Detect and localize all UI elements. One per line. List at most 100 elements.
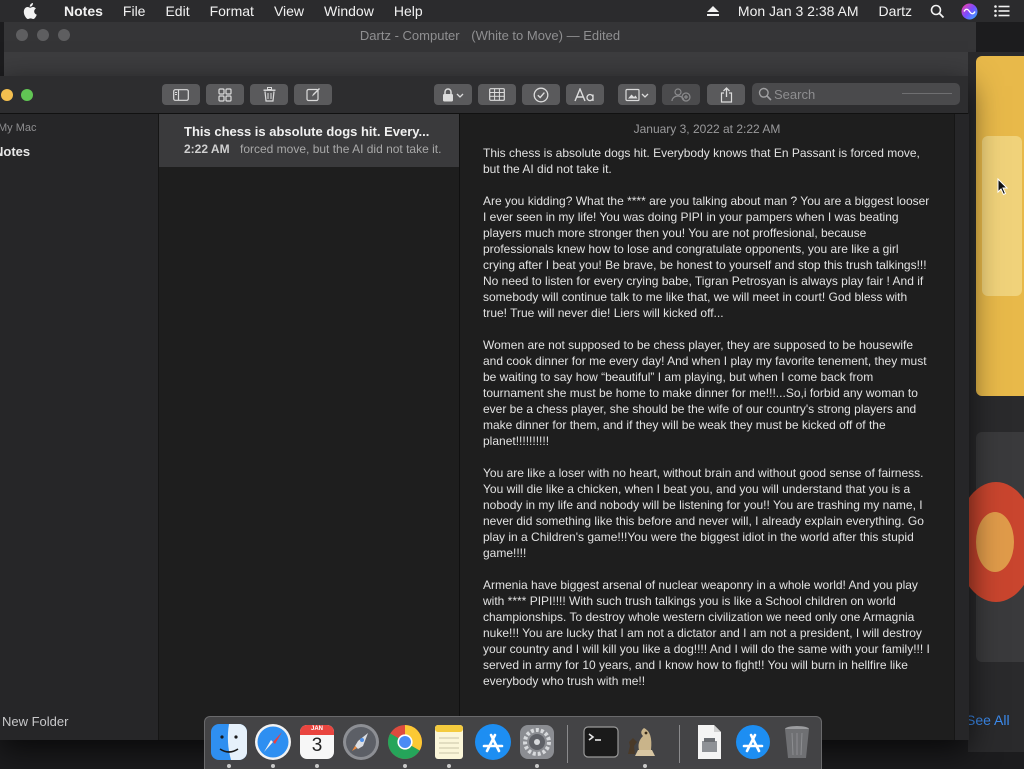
share-icon — [720, 86, 733, 103]
search-field[interactable] — [752, 83, 960, 105]
note-paragraph: You are like a loser with no heart, with… — [483, 466, 924, 560]
menu-bar-status-area: Mon Jan 3 2:38 AM Dartz — [698, 0, 1024, 22]
toggle-sidebar-button[interactable] — [162, 84, 200, 105]
note-body-text[interactable]: This chess is absolute dogs hit. Everybo… — [483, 145, 931, 705]
note-time: 2:22 AM — [184, 142, 230, 156]
sidebar-icon — [173, 88, 189, 101]
note-list: This chess is absolute dogs hit. Every..… — [159, 114, 460, 740]
notes-icon[interactable] — [429, 722, 469, 762]
editor-scrollbar-track[interactable] — [954, 114, 969, 740]
menu-app-notes[interactable]: Notes — [54, 0, 113, 22]
checklist-button[interactable] — [522, 84, 560, 105]
eject-icon[interactable] — [698, 5, 728, 17]
terminal-icon[interactable] — [581, 722, 621, 762]
gallery-view-button[interactable] — [206, 84, 244, 105]
search-icon — [758, 87, 772, 106]
sidebar-item-label: Notes — [0, 144, 31, 159]
search-input[interactable] — [774, 83, 954, 105]
running-indicator — [403, 764, 407, 768]
text-format-button[interactable] — [566, 84, 604, 105]
menu-edit[interactable]: Edit — [155, 0, 199, 22]
note-title: This chess is absolute dogs hit. Every..… — [184, 124, 430, 139]
safari-icon[interactable] — [253, 722, 293, 762]
menu-file[interactable]: File — [113, 0, 156, 22]
media-insert-button[interactable] — [618, 84, 656, 105]
running-indicator — [535, 764, 539, 768]
note-paragraph: This chess is absolute dogs hit. Everybo… — [483, 146, 920, 176]
table-icon — [489, 88, 505, 101]
mouse-cursor-icon — [997, 177, 1009, 201]
trash-icon — [263, 87, 276, 102]
desktop-widget-area — [968, 52, 1024, 752]
chess-icon[interactable] — [625, 722, 665, 762]
checkmark-circle-icon — [533, 87, 549, 103]
running-indicator — [315, 764, 319, 768]
finder-icon[interactable] — [209, 722, 249, 762]
trash-icon[interactable] — [777, 722, 817, 762]
chrome-icon[interactable] — [385, 722, 425, 762]
launchpad-icon[interactable] — [341, 722, 381, 762]
dock-separator — [679, 725, 680, 763]
compose-note-button[interactable] — [294, 84, 332, 105]
window-zoom-button[interactable] — [21, 89, 33, 101]
lock-note-button[interactable] — [434, 84, 472, 105]
sidebar-item-notes[interactable]: Notes — [0, 141, 158, 163]
window-minimize-button[interactable] — [1, 89, 13, 101]
desktop-widget-card[interactable] — [968, 432, 1024, 662]
background-window-title-subtitle: (White to Move) — Edited — [471, 28, 621, 43]
background-window-title-main: Dartz - Computer — [359, 28, 460, 43]
note-date: January 3, 2022 at 2:22 AM — [633, 122, 781, 136]
background-chess-window-titlebar[interactable]: Dartz - Computer (White to Move) — Edite… — [4, 22, 976, 53]
note-paragraph: Women are not supposed to be chess playe… — [483, 338, 927, 448]
photo-icon — [625, 88, 649, 102]
menu-bar-user[interactable]: Dartz — [869, 0, 922, 22]
running-indicator — [271, 764, 275, 768]
siri-icon[interactable] — [953, 3, 986, 20]
grid-icon — [218, 87, 232, 102]
menu-view[interactable]: View — [264, 0, 314, 22]
menu-help[interactable]: Help — [384, 0, 433, 22]
sidebar-section-header: My Mac — [0, 122, 37, 134]
see-all-link[interactable]: See All — [966, 712, 1010, 728]
control-center-list-icon[interactable] — [986, 5, 1024, 17]
dock-separator — [567, 725, 568, 763]
note-list-item-selected[interactable]: This chess is absolute dogs hit. Every..… — [159, 114, 459, 167]
notes-window: My Mac Notes New Folder This chess is ab… — [0, 76, 969, 740]
note-preview: forced move, but the AI did not take it. — [240, 142, 442, 156]
delete-note-button[interactable] — [250, 84, 288, 105]
new-folder-button[interactable]: New Folder — [2, 714, 68, 729]
note-paragraph: Armenia have biggest arsenal of nuclear … — [483, 578, 930, 688]
widget-image — [982, 136, 1022, 296]
calendar-month: JAN — [310, 726, 323, 732]
desktop-widget-card[interactable] — [976, 56, 1024, 396]
menu-format[interactable]: Format — [200, 0, 264, 22]
calendar-day: 3 — [311, 735, 323, 756]
share-button[interactable] — [707, 84, 745, 105]
insert-table-button[interactable] — [478, 84, 516, 105]
system-preferences-icon[interactable] — [517, 722, 557, 762]
app-store-downloads-icon[interactable] — [733, 722, 773, 762]
lock-icon — [442, 87, 464, 102]
menu-window[interactable]: Window — [314, 0, 384, 22]
collaborate-button[interactable] — [662, 84, 700, 105]
background-window-title: Dartz - Computer (White to Move) — Edite… — [4, 28, 976, 43]
note-paragraph: Are you kidding? What the **** are you t… — [483, 194, 930, 320]
app-store-icon[interactable] — [473, 722, 513, 762]
widget-image-highlight — [976, 512, 1014, 572]
folders-sidebar: My Mac Notes New Folder — [0, 114, 159, 740]
calendar-icon[interactable]: JAN 3 — [297, 722, 337, 762]
running-indicator — [447, 764, 451, 768]
running-indicator — [643, 764, 647, 768]
preview-document-icon[interactable] — [689, 722, 729, 762]
menu-bar-clock[interactable]: Mon Jan 3 2:38 AM — [728, 0, 869, 22]
background-window-toolbar-strip — [4, 52, 976, 76]
note-editor[interactable]: January 3, 2022 at 2:22 AM This chess is… — [460, 114, 954, 740]
dock: JAN 3 — [204, 716, 822, 769]
add-people-icon — [671, 87, 691, 102]
menu-bar: Notes File Edit Format View Window Help … — [0, 0, 1024, 22]
running-indicator — [227, 764, 231, 768]
apple-menu-icon[interactable] — [20, 1, 40, 21]
notes-toolbar — [0, 76, 968, 114]
spotlight-search-icon[interactable] — [922, 4, 953, 19]
text-format-icon — [574, 87, 596, 102]
